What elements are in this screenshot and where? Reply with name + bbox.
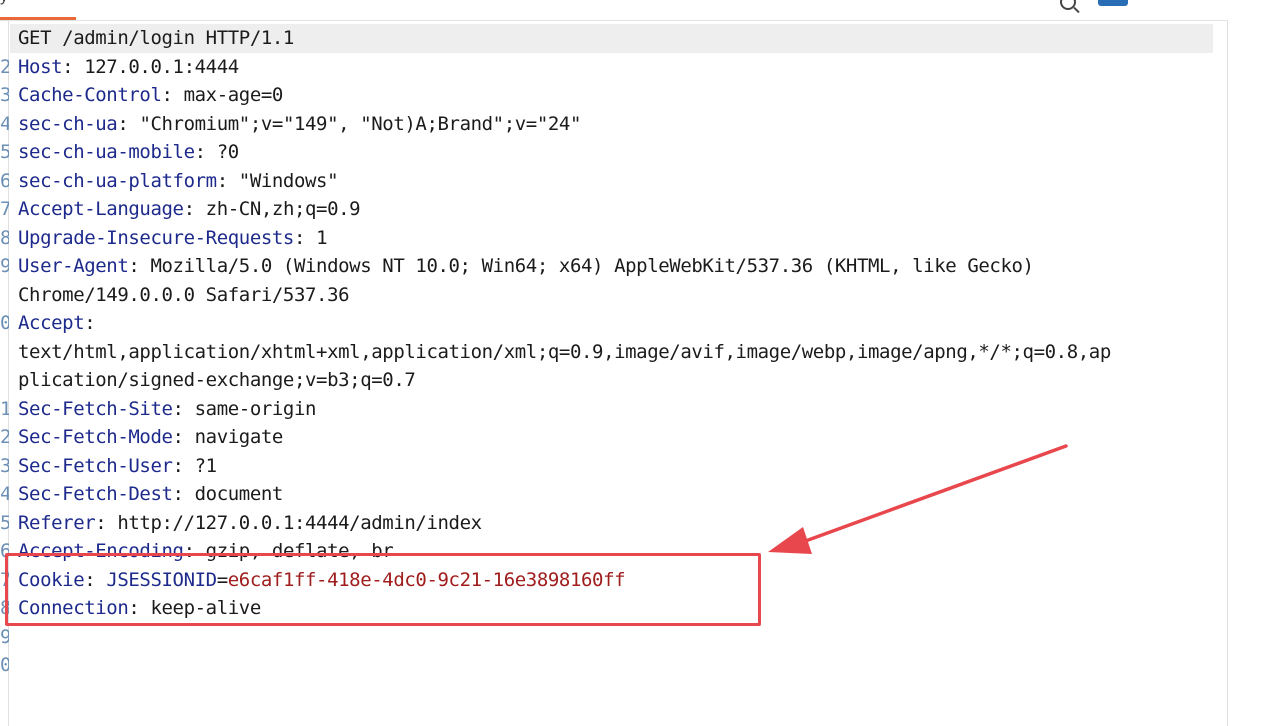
arrow-head [768, 527, 812, 554]
annotation-arrow [768, 444, 1068, 554]
arrow-shaft [798, 444, 1068, 545]
